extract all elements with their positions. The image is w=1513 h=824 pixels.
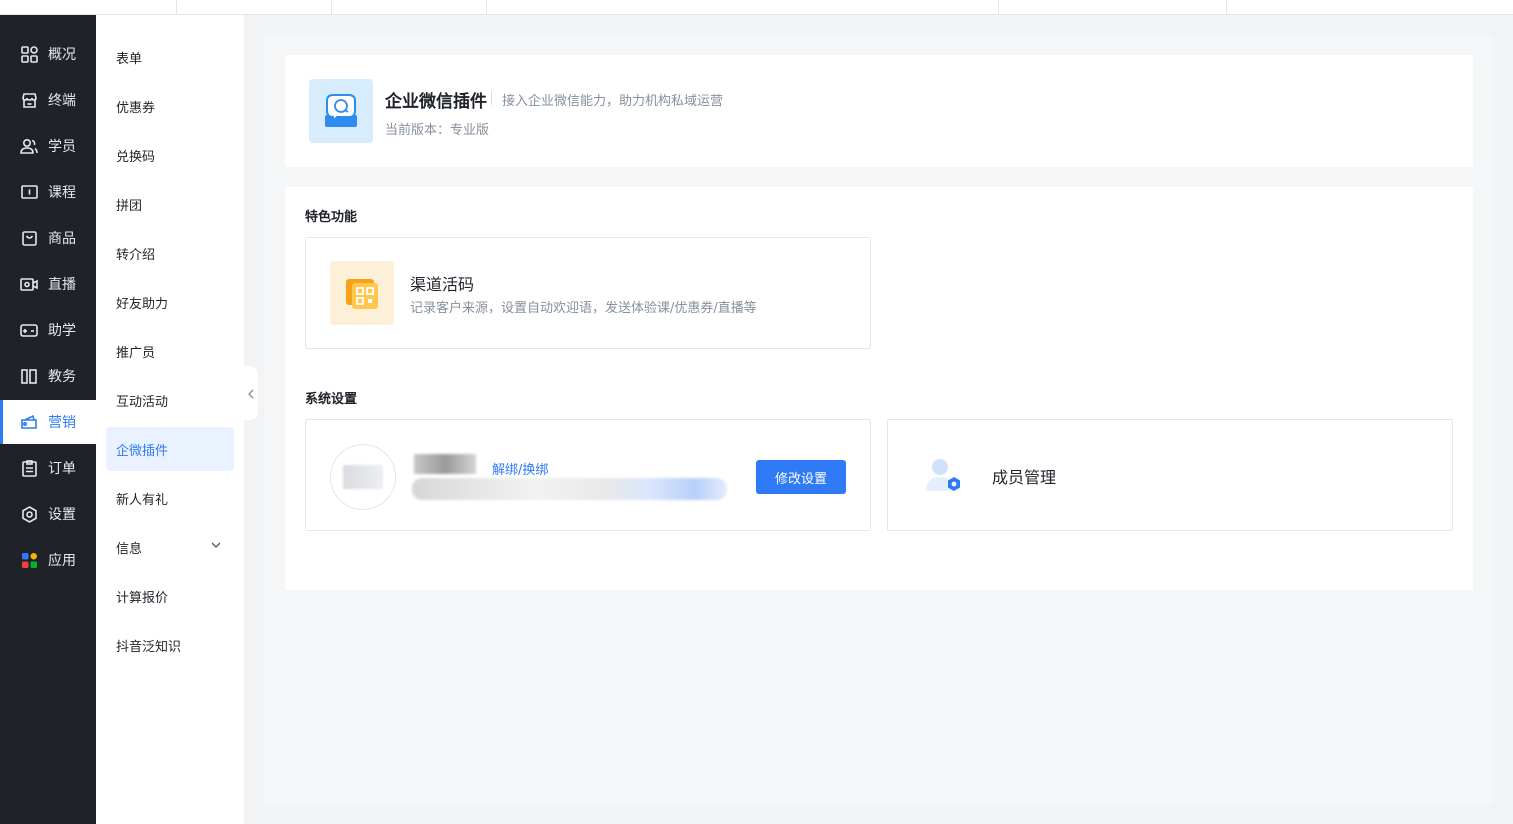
subnav-label: 好友助力 [116, 296, 169, 312]
subnav-item-coupon[interactable]: 优惠券 [106, 84, 234, 128]
nav-label: 设置 [48, 507, 76, 523]
unbind-rebind-link[interactable]: 解绑/换绑 [492, 459, 548, 478]
edit-settings-button[interactable]: 修改设置 [756, 460, 846, 494]
subnav-item-group-buy[interactable]: 拼团 [106, 182, 234, 226]
nav-label: 课程 [48, 185, 76, 201]
subnav-item-quote[interactable]: 计算报价 [106, 574, 234, 618]
enterprise-avatar [330, 444, 396, 510]
gamepad-icon [20, 321, 38, 339]
store-icon [20, 91, 38, 109]
tab-divider [176, 0, 177, 14]
nav-label: 教务 [48, 369, 76, 385]
subnav-item-info[interactable]: 信息 [106, 525, 234, 569]
chevron-down-icon [210, 539, 222, 555]
nav-label: 助学 [48, 323, 76, 339]
grid-icon [20, 45, 38, 63]
subnav-item-promoter[interactable]: 推广员 [106, 329, 234, 373]
nav-item-courses[interactable]: 课程 [0, 170, 96, 214]
nav-label: 订单 [48, 461, 76, 477]
coupon-icon [20, 413, 38, 431]
plugin-header-card: 企业微信插件 接入企业微信能力，助力机构私域运营 当前版本：专业版 [285, 55, 1473, 167]
bag-icon [20, 229, 38, 247]
sidebar-collapse-toggle[interactable] [244, 366, 258, 420]
books-icon [20, 367, 38, 385]
tab-divider [486, 0, 487, 14]
nav-item-orders[interactable]: 订单 [0, 446, 96, 490]
subnav-label: 新人有礼 [116, 492, 169, 508]
blurred-enterprise-info [412, 478, 727, 500]
nav-item-products[interactable]: 商品 [0, 216, 96, 260]
nav-item-settings[interactable]: 设置 [0, 492, 96, 536]
features-section-title: 特色功能 [305, 210, 358, 225]
nav-item-apps[interactable]: 应用 [0, 538, 96, 582]
blurred-enterprise-name [414, 454, 476, 474]
subnav-item-form[interactable]: 表单 [106, 35, 234, 79]
member-settings-icon [922, 453, 966, 497]
nav-label: 学员 [48, 139, 76, 155]
nav-label: 概况 [48, 47, 76, 63]
plugin-body-card: 特色功能 渠道活码 记录客户来源，设置自动欢迎语，发送体验课/优惠券/直播等 系… [285, 187, 1473, 590]
subnav-label: 企微插件 [116, 443, 169, 459]
feature-description: 记录客户来源，设置自动欢迎语，发送体验课/优惠券/直播等 [410, 301, 757, 316]
subnav-item-newcomer-gift[interactable]: 新人有礼 [106, 476, 234, 520]
subnav-label: 优惠券 [116, 100, 156, 116]
member-management-card[interactable]: 成员管理 [887, 419, 1453, 531]
nav-item-terminal[interactable]: 终端 [0, 78, 96, 122]
subnav-label: 拼团 [116, 198, 143, 214]
apps-icon [20, 551, 38, 569]
nav-label: 应用 [48, 553, 76, 569]
feature-title: 渠道活码 [410, 275, 475, 294]
nav-label: 商品 [48, 231, 76, 247]
chat-bubble-icon [325, 94, 357, 127]
nav-item-live[interactable]: 直播 [0, 262, 96, 306]
subnav-label: 推广员 [116, 345, 156, 361]
nav-label: 终端 [48, 93, 76, 109]
subnav-label: 转介绍 [116, 247, 156, 263]
wecom-plugin-logo [309, 79, 373, 143]
tab-divider [1226, 0, 1227, 14]
top-tab-strip [0, 0, 1513, 15]
subnav-label: 信息 [116, 541, 143, 557]
settings-section-title: 系统设置 [305, 392, 358, 407]
subnav-label: 计算报价 [116, 590, 169, 606]
blurred-avatar [343, 465, 383, 489]
nav-item-academic[interactable]: 教务 [0, 354, 96, 398]
member-management-title: 成员管理 [992, 468, 1057, 487]
subnav-label: 表单 [116, 51, 143, 67]
nav-label: 营销 [48, 415, 76, 431]
enterprise-bind-card: 解绑/换绑 修改设置 [305, 419, 871, 531]
nav-item-overview[interactable]: 概况 [0, 32, 96, 76]
subnav-label: 抖音泛知识 [116, 639, 182, 655]
qrcode-icon [330, 261, 394, 325]
users-icon [20, 137, 38, 155]
subnav-label: 兑换码 [116, 149, 156, 165]
primary-sidebar: 概况 终端 学员 课程 商品 直播 助学 教务 营销 订单 设置 应用 [0, 15, 96, 824]
title-divider [491, 91, 492, 105]
subnav-item-redeem-code[interactable]: 兑换码 [106, 133, 234, 177]
nav-label: 直播 [48, 277, 76, 293]
feature-card-channel-qrcode[interactable]: 渠道活码 记录客户来源，设置自动欢迎语，发送体验课/优惠券/直播等 [305, 237, 871, 349]
subnav-label: 互动活动 [116, 394, 169, 410]
course-icon [20, 183, 38, 201]
plugin-title: 企业微信插件 [385, 92, 487, 112]
subnav-item-wecom-plugin[interactable]: 企微插件 [106, 427, 234, 471]
gear-icon [20, 505, 38, 523]
clipboard-icon [20, 459, 38, 477]
subnav-item-douyin-knowledge[interactable]: 抖音泛知识 [106, 623, 234, 667]
nav-item-marketing[interactable]: 营销 [0, 400, 96, 444]
secondary-sidebar: 表单 优惠券 兑换码 拼团 转介绍 好友助力 推广员 互动活动 企微插件 新人有… [96, 15, 244, 824]
live-icon [20, 275, 38, 293]
nav-item-study-aid[interactable]: 助学 [0, 308, 96, 352]
tab-divider [331, 0, 332, 14]
subnav-item-friend-assist[interactable]: 好友助力 [106, 280, 234, 324]
plugin-version: 当前版本：专业版 [385, 123, 490, 138]
subnav-item-referral[interactable]: 转介绍 [106, 231, 234, 275]
chevron-left-icon [247, 384, 255, 403]
nav-item-students[interactable]: 学员 [0, 124, 96, 168]
subnav-item-interactive[interactable]: 互动活动 [106, 378, 234, 422]
tab-divider [998, 0, 999, 14]
plugin-description: 接入企业微信能力，助力机构私域运营 [502, 94, 724, 109]
